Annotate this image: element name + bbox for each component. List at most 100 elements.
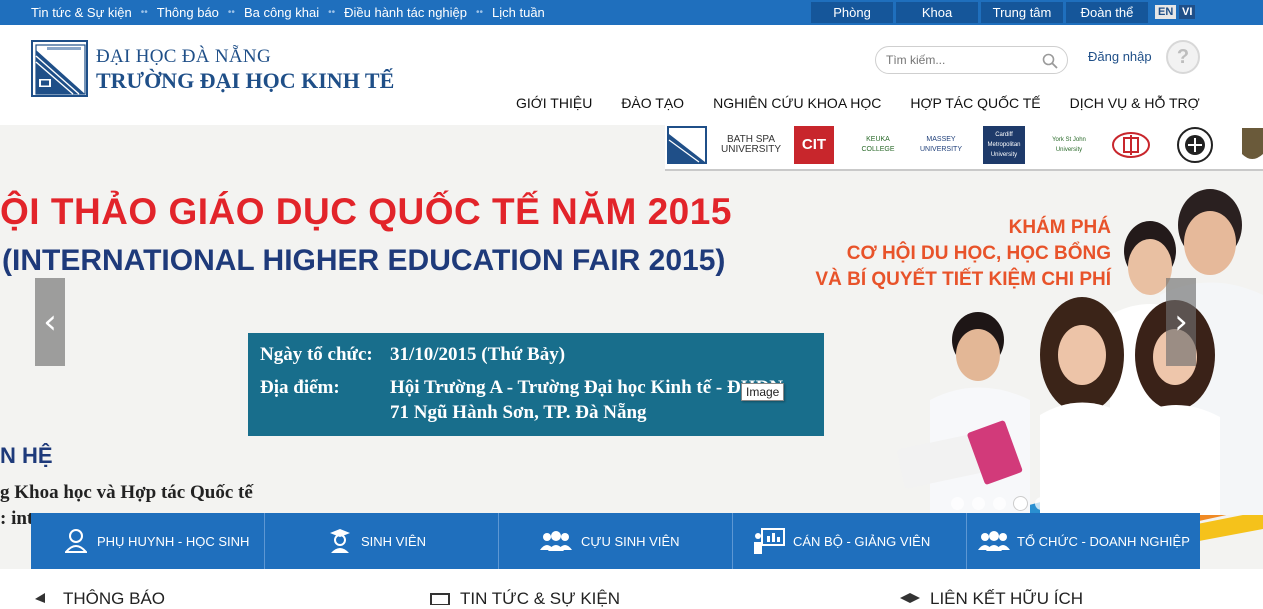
separator: ••: [227, 7, 235, 18]
carousel-dot[interactable]: [1119, 497, 1132, 510]
centers-button[interactable]: Trung tâm: [981, 2, 1063, 23]
promo-line: CƠ HỘI DU HỌC, HỌC BỔNG: [846, 243, 1111, 264]
nav-training[interactable]: ĐÀO TẠO: [621, 95, 684, 111]
login-link[interactable]: Đăng nhập: [1088, 49, 1152, 64]
group-icon: [977, 528, 1011, 554]
carousel-dot[interactable]: [1098, 497, 1111, 510]
partner-name: York St John University: [1052, 137, 1086, 153]
partner-name: KEUKA COLLEGE: [861, 136, 895, 153]
carousel-dot[interactable]: [1014, 497, 1027, 510]
partner-name: Cardiff Metropolitan University: [987, 132, 1021, 158]
carousel-dot[interactable]: [1056, 497, 1069, 510]
promo-line: KHÁM PHÁ: [1008, 217, 1111, 238]
hero-carousel[interactable]: BATH SPA UNIVERSITY CIT KEUKA COLLEGE MA…: [0, 125, 1263, 569]
date-label: Ngày tổ chức:: [260, 344, 373, 365]
quick-link-label: SINH VIÊN: [361, 533, 427, 549]
quick-link-label: TỔ CHỨC - DOANH NGHIỆP: [1017, 533, 1190, 549]
contact-line: : int: [0, 508, 34, 529]
event-info-box: Ngày tổ chức: 31/10/2015 (Thứ Bảy) Địa đ…: [248, 333, 824, 436]
faculties-button[interactable]: Khoa: [896, 2, 978, 23]
separator: ••: [328, 7, 336, 18]
section-news-events: TIN TỨC & SỰ KIỆN: [430, 589, 620, 608]
parent-university-name: ĐẠI HỌC ĐÀ NẴNG: [96, 46, 271, 67]
graduation-cap-icon: [900, 593, 920, 603]
lang-en-button[interactable]: EN: [1155, 5, 1177, 19]
partner-logo: Cardiff Metropolitan University: [983, 126, 1025, 164]
partner-logo: KEUKA COLLEGE: [858, 125, 898, 165]
carousel-dot[interactable]: [1077, 497, 1090, 510]
university-name: TRƯỜNG ĐẠI HỌC KINH TẾ: [96, 68, 395, 93]
departments-button[interactable]: Phòng: [811, 2, 893, 23]
partner-logo: MASSEY UNIVERSITY: [918, 125, 964, 165]
search-box: [875, 46, 1068, 74]
top-link-operations[interactable]: Điều hành tác nghiệp: [344, 5, 467, 20]
top-link-weekly-schedule[interactable]: Lịch tuần: [492, 5, 545, 20]
carousel-dot[interactable]: [1161, 497, 1174, 510]
university-logo[interactable]: [31, 40, 88, 97]
nav-services-support[interactable]: DỊCH VỤ & HỖ TRỢ: [1070, 95, 1200, 111]
section-title: TIN TỨC & SỰ KIỆN: [460, 589, 621, 608]
contact-heading: N HỆ: [0, 443, 53, 468]
carousel-dot[interactable]: [972, 497, 985, 510]
organizations-business-link[interactable]: TỔ CHỨC - DOANH NGHIỆP: [967, 513, 1200, 569]
section-title: THÔNG BÁO: [63, 589, 166, 608]
partner-logo: York St John University: [1048, 125, 1090, 165]
banner-subtitle: (INTERNATIONAL HIGHER EDUCATION FAIR 201…: [2, 244, 726, 277]
presentation-icon: [753, 528, 785, 554]
search-input[interactable]: [886, 51, 1036, 69]
nav-international-cooperation[interactable]: HỢP TÁC QUỐC TẾ: [910, 95, 1040, 111]
partner-logo: [1240, 125, 1263, 165]
partner-name: MASSEY UNIVERSITY: [919, 136, 962, 153]
place-label: Địa điểm:: [260, 377, 340, 398]
carousel-next-button[interactable]: ›: [1166, 278, 1196, 366]
user-avatar-icon[interactable]: ?: [1166, 40, 1200, 74]
staff-lecturers-link[interactable]: CÁN BỘ - GIẢNG VIÊN: [733, 513, 967, 569]
partner-logo-strip: BATH SPA UNIVERSITY CIT KEUKA COLLEGE MA…: [665, 125, 1263, 171]
megaphone-icon: [35, 593, 45, 603]
partner-name: BATH SPA UNIVERSITY: [721, 134, 782, 155]
section-useful-links: LIÊN KẾT HỮU ÍCH: [900, 589, 1083, 608]
contact-line: g Khoa học và Hợp tác Quốc tế: [0, 482, 253, 503]
unions-button[interactable]: Đoàn thể: [1066, 2, 1148, 23]
site-header: ĐẠI HỌC ĐÀ NẴNG TRƯỜNG ĐẠI HỌC KINH TẾ Đ…: [0, 25, 1263, 125]
top-bar: Tin tức & Sự kiện •• Thông báo •• Ba côn…: [0, 0, 1263, 25]
place-value-line2: 71 Ngũ Hành Sơn, TP. Đà Nẵng: [390, 402, 647, 423]
unit-buttons: Phòng Khoa Trung tâm Đoàn thể: [811, 2, 1148, 23]
carousel-dots: [951, 497, 1174, 510]
partner-name: CIT: [801, 136, 827, 153]
place-value-line1: Hội Trường A - Trường Đại học Kinh tế - …: [390, 377, 783, 398]
top-links: Tin tức & Sự kiện •• Thông báo •• Ba côn…: [31, 0, 545, 25]
partner-logo: BATH SPA UNIVERSITY: [721, 125, 781, 165]
carousel-prev-button[interactable]: ‹: [35, 278, 65, 366]
separator: ••: [140, 7, 148, 18]
top-link-news[interactable]: Tin tức & Sự kiện: [31, 5, 132, 20]
group-icon: [539, 528, 573, 554]
date-value: 31/10/2015 (Thứ Bảy): [390, 344, 566, 365]
image-tooltip: Image: [741, 383, 785, 401]
alumni-link[interactable]: CỰU SINH VIÊN: [499, 513, 733, 569]
section-announcements: THÔNG BÁO: [33, 589, 165, 608]
carousel-dot[interactable]: [993, 497, 1006, 510]
partner-logo: [667, 125, 707, 165]
carousel-dot[interactable]: [1035, 497, 1048, 510]
top-link-announcements[interactable]: Thông báo: [157, 5, 219, 20]
students-link[interactable]: SINH VIÊN: [265, 513, 499, 569]
lang-vi-button[interactable]: VI: [1179, 5, 1196, 19]
audience-quick-links: PHỤ HUYNH - HỌC SINH SINH VIÊN CỰU SINH …: [31, 513, 1200, 569]
carousel-dot[interactable]: [951, 497, 964, 510]
main-navigation: GIỚI THIỆU ĐÀO TẠO NGHIÊN CỨU KHOA HỌC H…: [516, 95, 1200, 111]
quick-link-label: PHỤ HUYNH - HỌC SINH: [97, 533, 250, 549]
nav-research[interactable]: NGHIÊN CỨU KHOA HỌC: [713, 95, 881, 111]
quick-link-label: CÁN BỘ - GIẢNG VIÊN: [793, 533, 931, 549]
parents-students-link[interactable]: PHỤ HUYNH - HỌC SINH: [31, 513, 265, 569]
carousel-dot[interactable]: [1140, 497, 1153, 510]
nav-introduction[interactable]: GIỚI THIỆU: [516, 95, 592, 111]
search-icon[interactable]: [1042, 53, 1058, 69]
partner-logo: [1175, 125, 1215, 165]
section-title: LIÊN KẾT HỮU ÍCH: [930, 589, 1084, 608]
separator: ••: [476, 7, 484, 18]
logo-emblem-icon: [33, 42, 86, 95]
promo-line: VÀ BÍ QUYẾT TIẾT KIỆM CHI PHÍ: [815, 269, 1111, 290]
user-icon: [63, 528, 89, 554]
top-link-disclosure[interactable]: Ba công khai: [244, 5, 319, 20]
